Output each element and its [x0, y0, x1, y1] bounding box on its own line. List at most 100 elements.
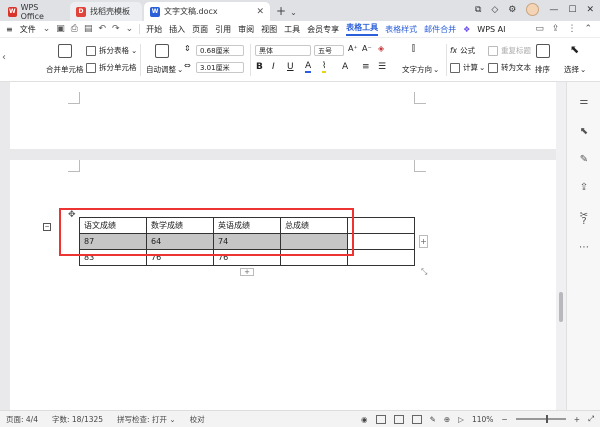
font-color-icon[interactable]: A [305, 61, 312, 73]
to-text-button[interactable]: 转为文本 [488, 62, 531, 73]
wps-ai-icon[interactable]: ❖ [463, 25, 470, 34]
sliders-icon[interactable]: ⚌ [578, 96, 590, 108]
calculate-button[interactable]: 计算 ⌄ [450, 62, 485, 73]
spell-check-status[interactable]: 拼写检查: 打开 ⌄ [117, 414, 176, 425]
web-view-icon[interactable] [411, 414, 422, 424]
add-row-button[interactable]: + [240, 268, 254, 276]
col-width-input[interactable]: 3.01厘米 [196, 62, 244, 73]
avatar[interactable] [526, 3, 540, 16]
tab-label: 文字文稿.docx [164, 7, 218, 16]
hamburger-icon[interactable]: ≡ [6, 25, 13, 34]
tab-document[interactable]: W 文字文稿.docx ✕ [144, 2, 270, 21]
zoom-slider[interactable] [515, 415, 566, 423]
shrink-font-icon[interactable]: A⁻ [362, 44, 372, 53]
zoom-level[interactable]: 110% [472, 415, 493, 424]
merge-cells-button[interactable]: 合并单元格 [46, 64, 84, 75]
underline-icon[interactable]: U [287, 62, 294, 72]
tab-list-chevron-icon[interactable]: ⌄ [290, 8, 297, 17]
table-cell[interactable] [347, 233, 415, 250]
tab-wps-office[interactable]: W WPS Office [2, 2, 64, 21]
table-cell[interactable] [347, 217, 415, 234]
print-icon[interactable]: ⎙ [71, 24, 78, 34]
split-table-button[interactable]: 拆分表格 ⌄ [86, 45, 137, 56]
align-right-icon[interactable]: ☰ [378, 62, 386, 72]
auto-fit-button[interactable]: 自动调整 ⌄ [146, 64, 183, 75]
undo-icon[interactable]: ↶ [98, 24, 106, 34]
menu-view[interactable]: 视图 [261, 24, 277, 35]
highlight-icon[interactable]: ⌇ [322, 61, 327, 73]
minimize-icon[interactable]: — [549, 5, 558, 15]
table-side-handle-icon[interactable]: − [43, 223, 51, 231]
char-shading-icon[interactable]: A [342, 62, 348, 72]
vertical-scrollbar[interactable] [556, 82, 566, 410]
globe-icon[interactable]: ⊕ [444, 415, 450, 424]
redo-icon[interactable]: ↷ [112, 24, 120, 34]
menu-insert[interactable]: 插入 [169, 24, 185, 35]
menu-review[interactable]: 审阅 [238, 24, 254, 35]
save-icon[interactable]: ▣ [56, 24, 65, 34]
align-icon[interactable]: ≡ [362, 62, 370, 72]
chevron-down-icon[interactable]: ⌄ [43, 24, 51, 34]
eye-icon[interactable]: ◉ [361, 415, 368, 424]
more-options-icon[interactable]: ⋯ [578, 242, 590, 254]
menu-member[interactable]: 会员专享 [307, 24, 339, 35]
sort-button[interactable]: 排序 [535, 64, 550, 75]
document-canvas[interactable]: ✥ − 语文成绩 数学成绩 英语成绩 总成绩 87 64 74 83 76 76 [0, 82, 566, 410]
help-icon[interactable]: ? [578, 216, 590, 228]
menu-wps-ai[interactable]: WPS AI [477, 25, 505, 34]
menu-page[interactable]: 页面 [192, 24, 208, 35]
close-tab-icon[interactable]: ✕ [256, 7, 264, 17]
bold-icon[interactable]: B [256, 62, 263, 72]
proofread-button[interactable]: 校对 [190, 414, 205, 425]
scrollbar-thumb[interactable] [559, 292, 563, 322]
menu-table-style[interactable]: 表格样式 [385, 24, 417, 35]
grow-font-icon[interactable]: A⁺ [348, 44, 358, 53]
page-indicator[interactable]: 页面: 4/4 [6, 414, 38, 425]
menu-references[interactable]: 引用 [215, 24, 231, 35]
maximize-icon[interactable]: ☐ [568, 5, 576, 15]
repeat-header-button[interactable]: 重复标题 [488, 45, 531, 56]
word-count[interactable]: 字数: 18/1325 [52, 414, 103, 425]
menu-file[interactable]: 文件 [20, 24, 36, 35]
table-cell[interactable] [347, 249, 415, 266]
menu-table-tools[interactable]: 表格工具 [346, 22, 379, 36]
pen-icon[interactable]: ✎ [578, 154, 590, 166]
more-options-icon[interactable]: ⋮ [567, 24, 576, 34]
share-icon[interactable]: ⇪ [552, 24, 560, 34]
outline-view-icon[interactable] [393, 414, 404, 424]
menu-mail-merge[interactable]: 邮件合并 [424, 24, 456, 35]
split-cells-button[interactable]: 拆分单元格 [86, 62, 137, 73]
italic-icon[interactable]: I [272, 62, 275, 72]
fit-page-icon[interactable]: ⤢ [588, 414, 594, 424]
add-column-button[interactable]: + [419, 235, 428, 248]
share-icon[interactable]: ⇪ [578, 182, 590, 194]
select-cursor-icon[interactable]: ⬉ [578, 126, 590, 138]
new-tab-button[interactable]: + [276, 4, 286, 18]
menu-home[interactable]: 开始 [146, 24, 162, 35]
preview-icon[interactable]: ▤ [84, 24, 93, 34]
play-icon[interactable]: ▷ [458, 415, 464, 424]
restore-window-icon[interactable]: ⧉ [475, 5, 481, 15]
formula-button[interactable]: fx 公式 [450, 45, 475, 56]
more-icon[interactable]: ⌄ [126, 24, 134, 34]
font-name-select[interactable]: 黑体 [255, 45, 311, 56]
settings-icon[interactable]: ⚙ [508, 5, 516, 15]
page-view-icon[interactable] [375, 414, 386, 424]
menu-tools[interactable]: 工具 [284, 24, 300, 35]
font-size-select[interactable]: 五号 [314, 45, 344, 56]
text-direction-label: 文字方向 [402, 65, 432, 74]
zoom-out-icon[interactable]: − [501, 415, 507, 424]
collapse-ribbon-icon[interactable]: ⌃ [584, 24, 592, 34]
select-button[interactable]: 选择 ⌄ [564, 64, 586, 75]
ribbon-scroll-left[interactable]: ‹ [2, 52, 6, 63]
close-window-icon[interactable]: ✕ [586, 5, 594, 15]
comment-icon[interactable]: ▭ [535, 24, 544, 34]
pin-icon[interactable]: ◇ [491, 5, 498, 15]
clear-format-icon[interactable]: ◈ [378, 44, 384, 53]
text-direction-button[interactable]: 文字方向 ⌄ [402, 64, 439, 75]
row-height-input[interactable]: 0.68厘米 [196, 45, 244, 56]
zoom-in-icon[interactable]: + [574, 415, 580, 424]
table-resize-handle-icon[interactable]: ⤡ [421, 267, 427, 277]
tab-docer-templates[interactable]: D 找稻壳模板 [70, 2, 142, 21]
pen-icon[interactable]: ✎ [430, 415, 436, 424]
